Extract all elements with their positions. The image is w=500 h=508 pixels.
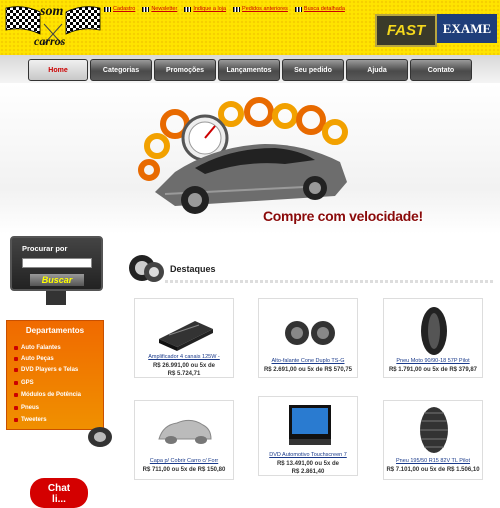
top-link-indique[interactable]: Indique a loja — [184, 3, 226, 15]
bullet-icon — [14, 418, 18, 422]
department-item[interactable]: Módulos de Potência — [14, 392, 81, 398]
car-tire-icon — [420, 407, 448, 453]
product-name[interactable]: Capa p/ Cobrir Carro c/ Forr — [129, 458, 239, 464]
product-price: R$ 1.791,00 ou 5x de R$ 379,87 — [388, 367, 478, 373]
product-name[interactable]: Alto-falante Cone Duplo TS-G — [253, 358, 363, 364]
featured-title: Destaques — [170, 264, 216, 274]
product-name[interactable]: Pneu 195/50 R15 82V TL Pilot — [378, 458, 488, 464]
departments-title: Departamentos — [25, 326, 85, 335]
amplifier-icon — [159, 321, 213, 351]
search-input[interactable] — [22, 258, 92, 268]
flag-icon — [233, 6, 241, 12]
partner-logo-exame[interactable]: EXAME — [437, 14, 497, 43]
product-name[interactable]: DVD Automotivo Touchscreen 7 — [253, 452, 363, 458]
product-name[interactable]: Amplificador 4 canais 125W - — [129, 354, 239, 360]
nav-categorias[interactable]: Categorias — [90, 59, 152, 81]
search-panel: Procurar por Buscar — [10, 236, 103, 291]
bullet-icon — [14, 346, 18, 350]
dvd-player-icon — [289, 405, 331, 445]
product-price: R$ 13.491,00 ou 5x de — [276, 461, 340, 467]
top-links: Cadastro Newsletter Indique a loja Pedid… — [104, 3, 345, 15]
bullet-icon — [14, 357, 18, 361]
tire-icon — [88, 427, 112, 447]
product-price: R$ 2.691,00 ou 5x de R$ 570,75 — [263, 367, 353, 373]
logo-text-bottom: carros — [34, 34, 66, 48]
top-link-cadastro[interactable]: Cadastro — [104, 3, 135, 15]
moto-tire-icon — [421, 307, 447, 355]
department-item[interactable]: GPS — [14, 380, 34, 386]
featured-divider — [165, 280, 495, 283]
banner-slogan: Compre com velocidade! — [263, 208, 423, 224]
flag-icon — [104, 6, 111, 12]
flag-icon — [142, 6, 150, 12]
department-item[interactable]: Auto Falantes — [14, 345, 61, 351]
logo-text-top: som — [40, 4, 64, 19]
flag-icon — [294, 6, 302, 12]
monitor-stand — [46, 291, 66, 305]
car-cover-icon — [158, 419, 212, 444]
product-price: R$ 7.101,00 ou 5x de R$ 1.506,10 — [386, 467, 480, 473]
bullet-icon — [14, 406, 18, 410]
nav-home[interactable]: Home — [28, 59, 88, 81]
bullet-icon — [14, 393, 18, 397]
top-link-busca[interactable]: Busca detalhada — [294, 3, 345, 15]
search-label: Procurar por — [22, 244, 68, 253]
bullet-icon — [14, 381, 18, 385]
nav-seu-pedido[interactable]: Seu pedido — [282, 59, 344, 81]
product-price-installment: R$ 5.724,71 — [167, 371, 201, 377]
top-link-newsletter[interactable]: Newsletter — [142, 3, 177, 15]
departments-panel: Departamentos Auto Falantes Auto Peças D… — [6, 320, 104, 430]
search-button[interactable]: Buscar — [30, 274, 84, 286]
chat-button[interactable]: Chat li... — [30, 478, 88, 508]
nav-promocoes[interactable]: Promoções — [154, 59, 216, 81]
flag-icon — [184, 6, 192, 12]
product-price-installment: R$ 2.861,40 — [291, 469, 325, 475]
partner-logo-fast[interactable]: FAST — [375, 14, 437, 47]
department-item[interactable]: Auto Peças — [14, 356, 54, 362]
speaker-icon — [285, 321, 335, 345]
department-item[interactable]: DVD Players e Telas — [14, 367, 78, 373]
nav-ajuda[interactable]: Ajuda — [346, 59, 408, 81]
sports-car-illustration — [138, 97, 348, 214]
nav-contato[interactable]: Contato — [410, 59, 472, 81]
product-name[interactable]: Pneu Moto 90/90-18 57P Pilot — [378, 358, 488, 364]
department-item[interactable]: Pneus — [14, 405, 39, 411]
wheels-icon — [129, 255, 164, 282]
product-price: R$ 26.991,00 ou 5x de — [152, 363, 216, 369]
department-item[interactable]: Tweeters — [14, 417, 47, 423]
product-price: R$ 711,00 ou 5x de R$ 150,80 — [142, 467, 226, 473]
top-link-pedidos[interactable]: Pedidos anteriores — [233, 3, 288, 15]
bullet-icon — [14, 368, 18, 372]
nav-lancamentos[interactable]: Lançamentos — [218, 59, 280, 81]
